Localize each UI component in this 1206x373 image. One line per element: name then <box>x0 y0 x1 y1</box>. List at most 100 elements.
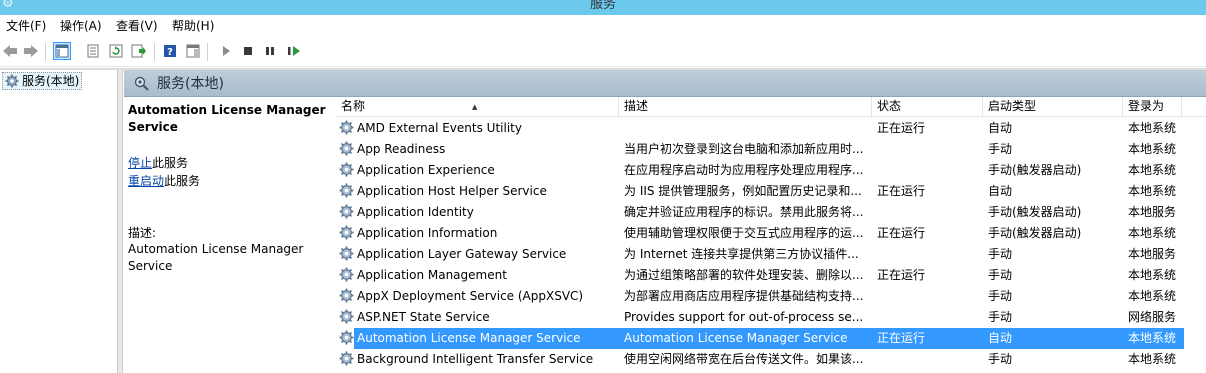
service-gear-icon <box>339 225 354 243</box>
pane-splitter[interactable] <box>118 70 123 373</box>
show-hide-action-pane-icon[interactable] <box>184 42 202 60</box>
service-row[interactable]: Application Layer Gateway Service 为 Inter… <box>336 244 1206 265</box>
service-gear-icon <box>339 267 354 285</box>
service-logon-as: 本地系统 <box>1128 226 1177 240</box>
service-status <box>877 286 977 307</box>
magnifier-gear-icon <box>134 76 150 95</box>
service-row[interactable]: Automation License Manager Service Automa… <box>336 328 1206 349</box>
service-row[interactable]: Background Intelligent Transfer Service 使… <box>336 349 1206 370</box>
service-row[interactable]: App Readiness 当用户初次登录到这台电脑和添加新应用时... 手动 本地系… <box>336 139 1206 160</box>
service-name: Background Intelligent Transfer Service <box>357 352 594 366</box>
service-row[interactable]: Application Host Helper Service 为 IIS 提供管… <box>336 181 1206 202</box>
service-row[interactable]: Application Experience 在应用程序启动时为应用程序处理应用程… <box>336 160 1206 181</box>
tree-node-services-local[interactable]: 服务(本地) <box>2 72 83 92</box>
restart-service-icon[interactable] <box>285 42 303 60</box>
service-name: Application Experience <box>357 163 495 177</box>
restart-service-action: 重启动此服务 <box>128 173 200 190</box>
column-header-status[interactable]: 状态 <box>872 97 983 117</box>
service-status <box>877 139 977 160</box>
service-gear-icon <box>339 141 354 159</box>
stop-service-link[interactable]: 停止 <box>128 156 152 170</box>
service-name: Application Host Helper Service <box>357 184 547 198</box>
services-list: 名称 ▲ 描述 状态 启动类型 登录为 AMD External Events … <box>336 97 1206 373</box>
service-logon-as: 本地系统 <box>1128 289 1177 303</box>
gear-icon <box>5 74 19 92</box>
console-tree: 服务(本地) <box>0 70 118 373</box>
service-startup-type: 手动 <box>988 268 1013 282</box>
service-row[interactable]: Application Identity 确定并验证应用程序的标识。禁用此服务将.… <box>336 202 1206 223</box>
service-logon-as: 本地系统 <box>1128 163 1177 177</box>
menu-help[interactable]: 帮助(H) <box>172 18 214 34</box>
service-logon-as: 本地系统 <box>1128 331 1177 345</box>
service-description: 为部署应用商店应用程序提供基础结构支持... <box>624 289 864 303</box>
service-status: 正在运行 <box>877 331 926 345</box>
service-row[interactable]: AMD External Events Utility 正在运行 自动 本地系统 <box>336 118 1206 139</box>
service-status: 正在运行 <box>877 121 926 135</box>
service-status: 正在运行 <box>877 226 926 240</box>
forward-icon[interactable] <box>22 42 40 60</box>
service-status <box>877 244 977 265</box>
toolbar-separator <box>154 43 155 61</box>
service-startup-type: 手动 <box>988 352 1013 366</box>
list-header: 名称 ▲ 描述 状态 启动类型 登录为 <box>336 97 1206 117</box>
header-title: 服务(本地) <box>157 76 224 92</box>
service-description: 使用辅助管理权限便于交互式应用程序的运... <box>624 226 864 240</box>
services-header: 服务(本地) <box>124 70 1206 97</box>
service-logon-as: 本地系统 <box>1128 352 1177 366</box>
start-service-icon[interactable] <box>217 42 235 60</box>
help-icon[interactable]: ? <box>161 42 179 60</box>
tree-node-label: 服务(本地) <box>22 74 80 88</box>
column-header-name[interactable]: 名称 ▲ <box>336 97 619 117</box>
column-name-label: 名称 <box>341 99 366 113</box>
service-row[interactable]: Application Information 使用辅助管理权限便于交互式应用程序… <box>336 223 1206 244</box>
refresh-icon[interactable] <box>107 42 125 60</box>
service-gear-icon <box>339 288 354 306</box>
service-row[interactable]: Application Management 为通过组策略部署的软件处理安装、删除… <box>336 265 1206 286</box>
service-logon-as: 本地系统 <box>1128 268 1177 282</box>
service-startup-type: 手动 <box>988 142 1013 156</box>
service-description: 为通过组策略部署的软件处理安装、删除以... <box>624 268 864 282</box>
pause-service-icon[interactable] <box>261 42 279 60</box>
service-startup-type: 手动(触发器启动) <box>988 226 1082 240</box>
menu-file[interactable]: 文件(F) <box>6 18 46 34</box>
export-list-icon[interactable] <box>130 42 148 60</box>
service-description: 确定并验证应用程序的标识。禁用此服务将... <box>624 205 864 219</box>
column-header-logon-as[interactable]: 登录为 <box>1123 97 1182 117</box>
service-startup-type: 自动 <box>988 331 1013 345</box>
stop-service-suffix: 此服务 <box>152 156 189 170</box>
extended-detail-pane: Automation License Manager Service 停止此服务… <box>124 97 333 373</box>
service-startup-type: 手动(触发器启动) <box>988 163 1082 177</box>
service-row[interactable]: ASP.NET State Service Provides support fo… <box>336 307 1206 328</box>
service-logon-as: 本地系统 <box>1128 142 1177 156</box>
service-status <box>877 307 977 328</box>
service-name: Application Information <box>357 226 498 240</box>
back-icon[interactable] <box>1 42 19 60</box>
service-gear-icon <box>339 246 354 264</box>
menu-action[interactable]: 操作(A) <box>60 18 102 34</box>
service-name: App Readiness <box>357 142 446 156</box>
service-description <box>624 118 864 139</box>
restart-service-link[interactable]: 重启动 <box>128 174 164 188</box>
service-logon-as: 本地服务 <box>1128 205 1177 219</box>
menu-view[interactable]: 查看(V) <box>116 18 158 34</box>
service-logon-as: 本地系统 <box>1128 121 1177 135</box>
window-title: 服务 <box>589 0 616 12</box>
service-startup-type: 手动 <box>988 310 1013 324</box>
service-name: Application Layer Gateway Service <box>357 247 567 261</box>
service-description: Automation License Manager Service <box>624 331 848 345</box>
column-header-startup-type[interactable]: 启动类型 <box>983 97 1123 117</box>
service-logon-as: 本地系统 <box>1128 184 1177 198</box>
toolbar-separator <box>45 43 46 61</box>
service-logon-as: 本地服务 <box>1128 247 1177 261</box>
service-startup-type: 手动 <box>988 289 1013 303</box>
service-name: ASP.NET State Service <box>357 310 490 324</box>
column-header-description[interactable]: 描述 <box>619 97 872 117</box>
properties-icon[interactable] <box>84 42 102 60</box>
service-name: Application Management <box>357 268 507 282</box>
show-hide-tree-icon[interactable] <box>53 42 71 60</box>
service-description: 为 Internet 连接共享提供第三方协议插件... <box>624 247 859 261</box>
stop-service-icon[interactable] <box>239 42 257 60</box>
sort-ascending-icon: ▲ <box>472 103 478 111</box>
service-row[interactable]: AppX Deployment Service (AppXSVC) 为部署应用商店… <box>336 286 1206 307</box>
service-name: AppX Deployment Service (AppXSVC) <box>357 289 584 303</box>
